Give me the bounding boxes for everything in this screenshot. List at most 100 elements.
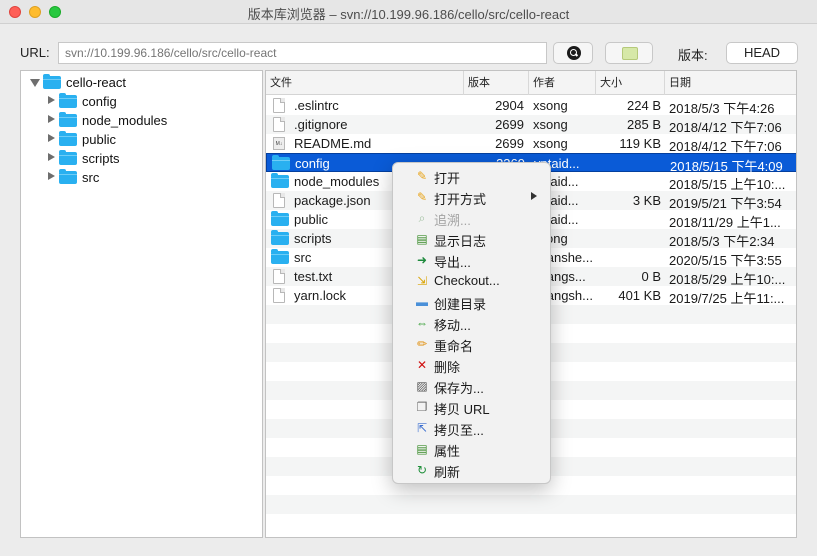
disclosure-triangle-icon[interactable] [48, 172, 55, 180]
cell-file-name: .gitignore [294, 117, 348, 132]
browse-button[interactable] [605, 42, 653, 64]
menu-item: ⌕ 追溯... [393, 207, 550, 228]
tree-item[interactable]: node_modules [21, 111, 262, 130]
refresh-icon: ↻ [416, 463, 428, 477]
disclosure-triangle-icon[interactable] [48, 96, 55, 104]
file-icon [273, 269, 285, 284]
revision-button[interactable]: HEAD [726, 42, 798, 64]
menu-item[interactable]: ⇱ 拷贝至... [393, 417, 550, 438]
menu-item[interactable]: ✏ 重命名 [393, 333, 550, 354]
menu-item[interactable]: ↻ 刷新 [393, 459, 550, 480]
menu-item[interactable]: ⇲ Checkout... [393, 270, 550, 291]
column-header-file[interactable]: 文件 [266, 71, 464, 95]
column-header-size[interactable]: 大小 [596, 71, 665, 95]
tree-item[interactable]: src [21, 168, 262, 187]
create-folder-icon: ▬ [416, 295, 428, 309]
menu-item-label: 创建目录 [434, 297, 487, 312]
disclosure-triangle-icon[interactable] [48, 153, 55, 161]
menu-item-label: 拷贝至... [434, 423, 484, 438]
cell-size: 0 B [641, 269, 661, 284]
menu-item-label: 属性 [434, 444, 461, 459]
menu-item-label: 保存为... [434, 381, 484, 396]
table-row[interactable]: M↓ README.md 2699 xsong 119 KB 2018/4/12 下午7:… [266, 134, 796, 154]
file-icon [273, 117, 285, 132]
window-title: 版本库浏览器 – svn://10.199.96.186/cello/src/c… [247, 7, 570, 22]
tree-item-label: src [82, 170, 100, 185]
folder-icon [271, 230, 289, 245]
menu-item-label: Checkout... [434, 273, 500, 288]
delete-icon: ✕ [416, 358, 428, 372]
menu-item[interactable]: ✕ 删除 [393, 354, 550, 375]
menu-item[interactable]: ➜ 导出... [393, 249, 550, 270]
folder-tree[interactable]: cello-react config node_modules public s… [20, 70, 263, 538]
tree-item-label: scripts [82, 151, 120, 166]
menu-item[interactable]: ▨ 保存为... [393, 375, 550, 396]
column-header-date[interactable]: 日期 [665, 71, 796, 95]
version-label: 版本: [678, 48, 708, 63]
menu-item[interactable]: ▤ 显示日志 [393, 228, 550, 249]
cell-author: xsong [533, 136, 568, 151]
cell-revision: 2904 [495, 98, 524, 113]
file-icon [273, 98, 285, 113]
menu-item-label: 追溯... [434, 213, 471, 228]
menu-item[interactable]: ▤ 属性 [393, 438, 550, 459]
disclosure-triangle-icon[interactable] [48, 115, 55, 123]
menu-item-label: 导出... [434, 255, 471, 270]
copy-to-icon: ⇱ [416, 421, 428, 435]
menu-item[interactable]: ▬ 创建目录 [393, 291, 550, 312]
column-header-author[interactable]: 作者 [529, 71, 596, 95]
tree-item[interactable]: public [21, 130, 262, 149]
file-list-header: 文件 版本 作者 大小 日期 [266, 71, 796, 95]
cell-file-name: README.md [294, 136, 372, 151]
tree-item[interactable]: config [21, 92, 262, 111]
search-icon [567, 46, 581, 60]
folder-icon [271, 249, 289, 264]
log-icon: ▤ [416, 232, 428, 246]
tree-item-label: cello-react [66, 75, 126, 90]
folder-icon [59, 150, 77, 165]
menu-item[interactable]: ❐ 拷贝 URL [393, 396, 550, 417]
folder-icon [59, 131, 77, 146]
copy-url-icon: ❐ [416, 400, 428, 414]
cell-size: 224 B [627, 98, 661, 113]
url-input[interactable] [58, 42, 547, 64]
folder-icon [271, 173, 289, 188]
cell-revision: 2699 [495, 136, 524, 151]
menu-item[interactable]: ⇔ 移动... [393, 312, 550, 333]
menu-item[interactable]: ✎ 打开 [393, 165, 550, 186]
column-header-revision[interactable]: 版本 [464, 71, 529, 95]
cell-size: 3 KB [632, 193, 661, 208]
table-row[interactable]: .eslintrc 2904 xsong 224 B 2018/5/3 下午4:26 [266, 96, 796, 116]
disclosure-triangle-icon[interactable] [48, 134, 55, 142]
folder-icon [59, 112, 77, 127]
empty-row [266, 495, 796, 514]
folder-icon [59, 93, 77, 108]
folder-icon [272, 155, 290, 170]
cell-size: 119 KB [619, 136, 661, 151]
properties-icon: ▤ [416, 442, 428, 456]
tree-item-root[interactable]: cello-react [21, 73, 262, 92]
checkout-icon: ⇲ [416, 274, 428, 288]
menu-item-label: 打开方式 [434, 192, 487, 207]
folder-icon [43, 74, 61, 89]
menu-item-label: 删除 [434, 360, 461, 375]
cell-revision: 2699 [495, 117, 524, 132]
cell-author: xsong [533, 98, 568, 113]
menu-item-label: 显示日志 [434, 234, 487, 249]
file-icon [273, 193, 285, 208]
go-button[interactable] [553, 42, 593, 64]
menu-item[interactable]: ✎ 打开方式 [393, 186, 550, 207]
folder-icon [271, 211, 289, 226]
cell-size: 285 B [627, 117, 661, 132]
table-row[interactable]: .gitignore 2699 xsong 285 B 2018/4/12 下午7:06 [266, 115, 796, 135]
context-menu: ✎ 打开 ✎ 打开方式 ⌕ 追溯... ▤ 显示日志 ➜ 导出... ⇲ Checkout... ▬ 创建… [392, 162, 551, 484]
disclosure-triangle-icon[interactable] [30, 79, 40, 87]
empty-row [266, 514, 796, 533]
menu-item-label: 移动... [434, 318, 471, 333]
menu-item-label: 拷贝 URL [434, 402, 490, 417]
open-icon: ✎ [416, 169, 428, 183]
submenu-arrow-icon [531, 192, 537, 200]
menu-item-label: 刷新 [434, 465, 461, 480]
menu-item-label: 重命名 [434, 339, 474, 354]
tree-item[interactable]: scripts [21, 149, 262, 168]
